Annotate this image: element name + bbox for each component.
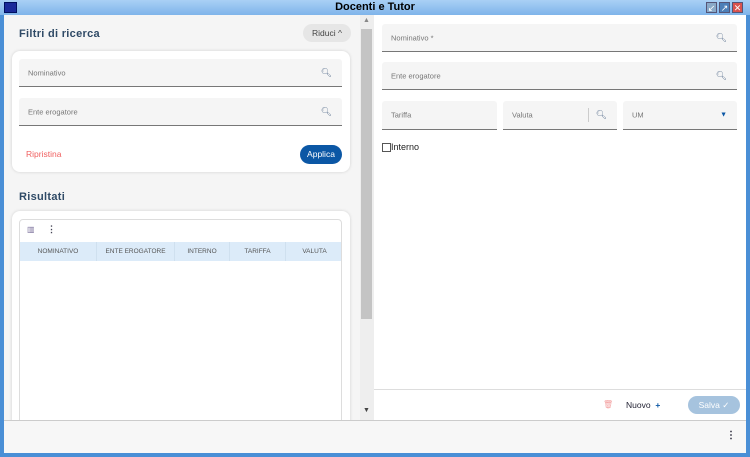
check-icon: ✓ [722, 400, 730, 410]
close-icon[interactable]: ✕ [732, 2, 743, 13]
um-select[interactable]: UM ▼ [623, 101, 737, 130]
field-label: Tariffa [391, 110, 412, 120]
ente-filter-input[interactable]: Ente erogatore 🔍︎ [19, 98, 342, 126]
column-header[interactable]: NOMINATIVO [20, 242, 97, 261]
scroll-down-icon[interactable]: ▼ [363, 407, 370, 414]
search-icon[interactable]: 🔍︎ [321, 106, 332, 117]
results-card: ▥ ⋮ NOMINATIVO ENTE EROGATORE INTERNO TA… [12, 211, 350, 431]
column-header[interactable]: ENTE EROGATORE [97, 242, 175, 261]
field-label: Ente erogatore [28, 107, 78, 116]
reset-button[interactable]: Ripristina [26, 149, 61, 159]
filters-title: Filtri di ricerca [19, 28, 100, 40]
chevron-up-icon: ^ [338, 28, 342, 38]
field-label: Nominativo [28, 68, 66, 77]
search-icon[interactable]: 🔍︎ [716, 32, 727, 43]
results-table: ▥ ⋮ NOMINATIVO ENTE EROGATORE INTERNO TA… [19, 219, 342, 424]
interno-label: Interno [391, 141, 420, 152]
more-vert-icon[interactable]: ⋮ [47, 224, 56, 235]
field-label: Valuta [512, 110, 533, 120]
filters-card: Nominativo 🔍︎ Ente erogatore 🔍︎ Ripristina… [12, 51, 350, 172]
column-header[interactable]: VALUTA [286, 242, 341, 261]
valuta-input[interactable]: Valuta 🔍︎ [503, 101, 617, 130]
collapse-label: Riduci [312, 28, 336, 38]
detail-footer: 🗑︎ Nuovo + Salva ✓ [374, 389, 746, 420]
tariffa-input[interactable]: Tariffa [382, 101, 497, 130]
ente-input[interactable]: Ente erogatore 🔍︎ [382, 62, 737, 90]
detail-panel: Nominativo * 🔍︎ Ente erogatore 🔍︎ Tariffa … [374, 15, 746, 420]
field-label: Ente erogatore [391, 71, 441, 80]
bottom-bar: ⋮ [4, 420, 746, 453]
save-button[interactable]: Salva ✓ [688, 396, 740, 414]
search-icon[interactable]: 🔍︎ [321, 67, 332, 78]
save-label: Salva [698, 400, 720, 410]
checkbox-box[interactable] [382, 143, 391, 152]
table-header: NOMINATIVO ENTE EROGATORE INTERNO TARIFF… [20, 242, 341, 261]
window-title: Docenti e Tutor [335, 1, 415, 13]
delete-icon[interactable]: 🗑︎ [603, 400, 613, 409]
plus-icon: + [655, 400, 661, 410]
field-label: UM [632, 110, 644, 120]
dropdown-arrow-icon: ▼ [720, 111, 727, 119]
left-panel: Filtri di ricerca Riduci ^ Nominativo 🔍︎ … [4, 15, 359, 431]
scroll-up-icon[interactable]: ▲ [363, 17, 370, 24]
columns-icon[interactable]: ▥ [27, 225, 35, 234]
window-body: Filtri di ricerca Riduci ^ Nominativo 🔍︎ … [4, 15, 746, 453]
search-icon[interactable]: 🔍︎ [716, 70, 727, 81]
column-header[interactable]: TARIFFA [230, 242, 286, 261]
nominativo-filter-input[interactable]: Nominativo 🔍︎ [19, 59, 342, 87]
field-label: Nominativo * [391, 33, 434, 42]
collapse-button[interactable]: Riduci ^ [303, 24, 351, 42]
interno-checkbox[interactable]: Interno [382, 141, 419, 152]
search-icon[interactable]: 🔍︎ [596, 110, 607, 121]
column-header[interactable]: INTERNO [175, 242, 230, 261]
apply-button[interactable]: Applica [300, 145, 342, 164]
minimize-icon[interactable]: ↙ [706, 2, 717, 13]
nominativo-input[interactable]: Nominativo * 🔍︎ [382, 24, 737, 52]
title-bar: Docenti e Tutor ↙ ↗ ✕ [0, 0, 750, 15]
scrollbar[interactable]: ▲ ▼ [360, 15, 374, 420]
scroll-thumb[interactable] [361, 29, 372, 319]
new-button[interactable]: Nuovo + [626, 396, 660, 414]
more-vert-icon[interactable]: ⋮ [726, 430, 736, 441]
maximize-icon[interactable]: ↗ [719, 2, 730, 13]
results-title: Risultati [19, 191, 66, 203]
new-label: Nuovo [626, 400, 651, 410]
